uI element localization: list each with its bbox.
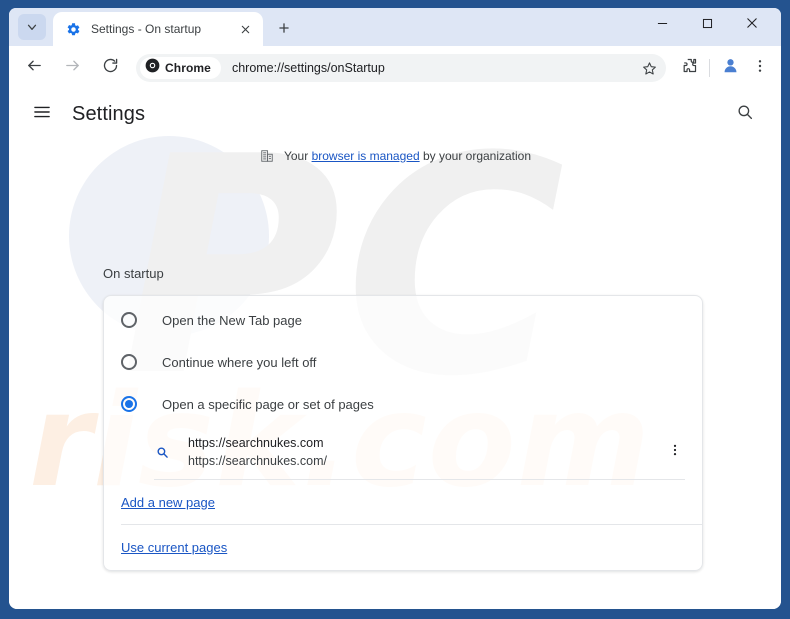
hamburger-menu-icon — [32, 102, 52, 127]
building-organization-icon — [259, 148, 275, 164]
browser-window-inner: Settings - On startup Chrome chrome://se… — [9, 8, 781, 609]
minimize-icon — [657, 16, 668, 34]
puzzle-piece-icon — [681, 57, 698, 79]
radio-option-new-tab-page[interactable]: Open the New Tab page — [104, 299, 702, 341]
tab-strip: Settings - On startup — [9, 8, 781, 46]
radio-label: Continue where you left off — [162, 354, 317, 370]
managed-browser-notice: Your browser is managed by your organiza… — [9, 148, 781, 164]
search-magnifier-icon — [154, 444, 170, 460]
use-current-pages-row[interactable]: Use current pages — [104, 525, 702, 569]
tab-search-button[interactable] — [18, 14, 46, 40]
omnibox-url-text: chrome://settings/onStartup — [231, 61, 385, 75]
arrow-back-icon — [26, 57, 43, 79]
page-title: Settings — [72, 102, 146, 125]
toolbar-divider — [709, 59, 710, 77]
forward-button[interactable] — [57, 53, 87, 83]
radio-button-unchecked[interactable] — [121, 354, 137, 370]
address-bar[interactable]: Chrome chrome://settings/onStartup — [136, 54, 666, 82]
settings-header: Settings — [9, 90, 781, 138]
new-tab-button[interactable] — [271, 17, 297, 43]
star-icon[interactable] — [638, 57, 660, 79]
back-button[interactable] — [19, 53, 49, 83]
radio-label: Open a specific page or set of pages — [162, 396, 374, 412]
chrome-logo-icon — [145, 58, 160, 78]
managed-notice-prefix: Your — [283, 149, 312, 163]
window-close-button[interactable] — [731, 10, 773, 40]
arrow-forward-icon — [64, 57, 81, 79]
startup-page-texts: https://searchnukes.com https://searchnu… — [188, 434, 662, 470]
hamburger-menu-button[interactable] — [29, 101, 55, 127]
omnibox-chip-label: Chrome — [165, 61, 211, 75]
close-icon — [746, 16, 758, 34]
tab-settings-on-startup[interactable]: Settings - On startup — [53, 12, 263, 46]
settings-search-button[interactable] — [732, 101, 758, 127]
radio-option-continue-where-left-off[interactable]: Continue where you left off — [104, 341, 702, 383]
search-icon — [736, 103, 754, 126]
settings-gear-icon — [65, 21, 81, 37]
browser-window: Settings - On startup Chrome chrome://se… — [0, 0, 790, 619]
maximize-icon — [702, 16, 713, 34]
reload-icon — [102, 57, 119, 79]
radio-label: Open the New Tab page — [162, 312, 302, 328]
chevron-down-icon — [25, 20, 39, 34]
startup-page-row: https://searchnukes.com https://searchnu… — [104, 425, 702, 479]
radio-option-specific-pages[interactable]: Open a specific page or set of pages — [104, 383, 702, 425]
section-label-on-startup: On startup — [103, 266, 164, 281]
tab-close-button[interactable] — [235, 19, 255, 39]
startup-page-url: https://searchnukes.com/ — [188, 454, 327, 468]
radio-button-checked[interactable] — [121, 396, 137, 412]
plus-icon — [277, 21, 291, 40]
omnibox-chrome-chip: Chrome — [140, 57, 221, 79]
managed-notice-suffix: by your organization — [419, 149, 532, 163]
profile-button[interactable] — [715, 53, 745, 83]
window-maximize-button[interactable] — [686, 10, 728, 40]
settings-page: PC risk.com Settings — [9, 90, 781, 609]
browser-toolbar: Chrome chrome://settings/onStartup — [9, 46, 781, 90]
person-avatar-icon — [721, 56, 740, 80]
add-new-page-row[interactable]: Add a new page — [104, 480, 702, 524]
startup-page-more-button[interactable] — [662, 439, 688, 465]
window-minimize-button[interactable] — [641, 10, 683, 40]
tab-title: Settings - On startup — [91, 22, 202, 36]
chrome-menu-button[interactable] — [745, 53, 775, 83]
use-current-pages-link[interactable]: Use current pages — [121, 540, 227, 555]
extensions-button[interactable] — [674, 53, 704, 83]
add-a-new-page-link[interactable]: Add a new page — [121, 495, 215, 510]
on-startup-card: Open the New Tab page Continue where you… — [103, 295, 703, 571]
three-dot-menu-icon — [668, 443, 682, 462]
reload-button[interactable] — [95, 53, 125, 83]
managed-notice-link[interactable]: browser is managed — [312, 149, 420, 163]
radio-button-unchecked[interactable] — [121, 312, 137, 328]
startup-page-title: https://searchnukes.com — [188, 436, 324, 450]
managed-notice-text: Your browser is managed by your organiza… — [284, 149, 531, 163]
three-dot-menu-icon — [752, 58, 768, 79]
